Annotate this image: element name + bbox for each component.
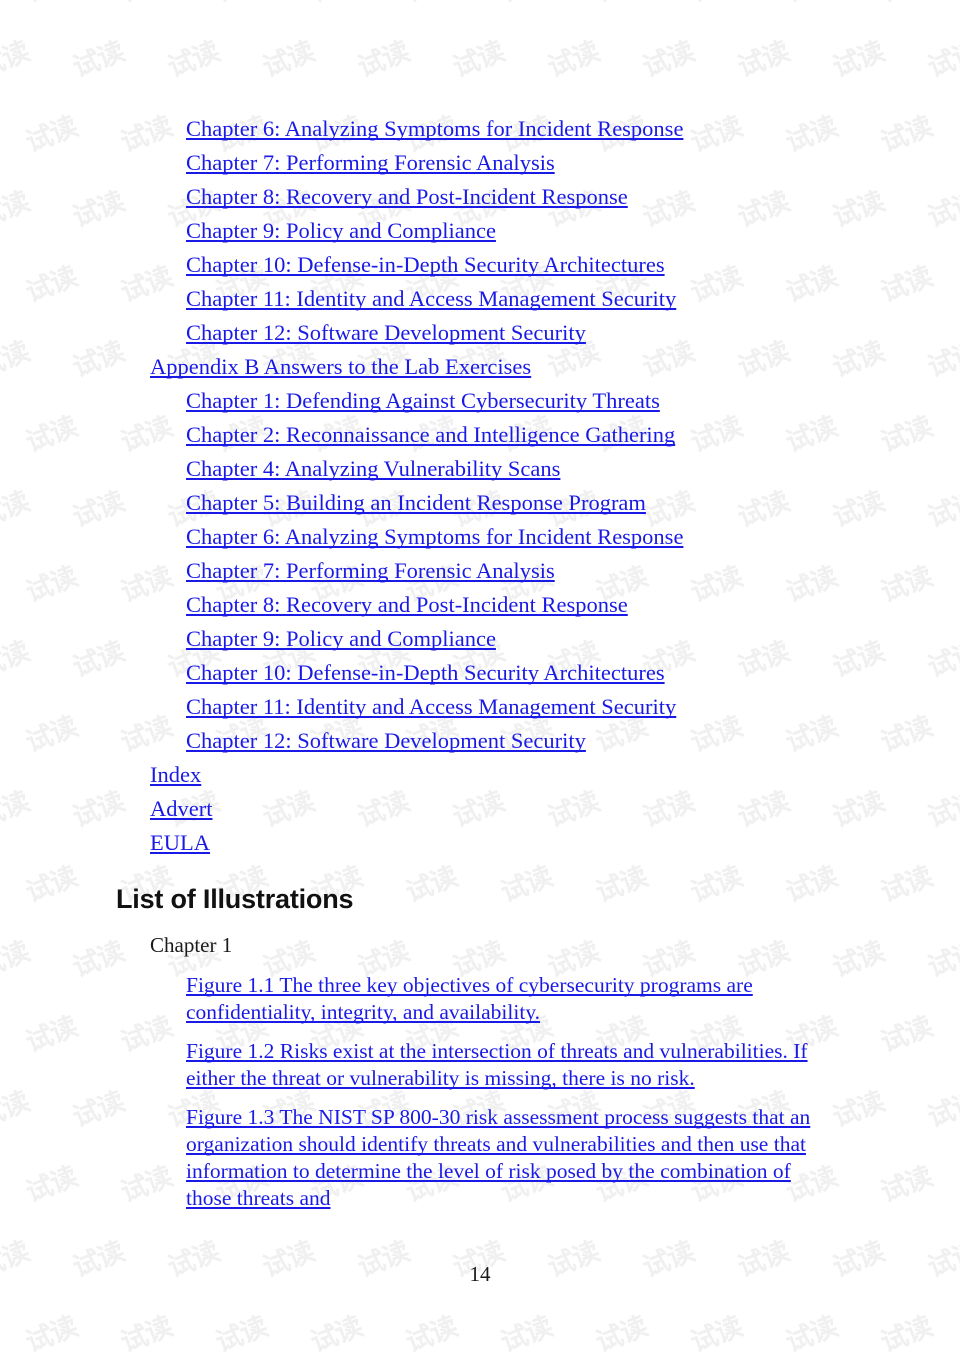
watermark-text: 试读 [876, 1161, 937, 1209]
watermark-text: 试读 [0, 1289, 27, 1357]
watermark-text: 试读 [19, 0, 122, 10]
watermark-text: 试读 [116, 1311, 177, 1357]
watermark-text: 试读 [21, 1311, 82, 1357]
watermark-text: 试读 [686, 1311, 747, 1357]
watermark-text: 试读 [401, 1311, 462, 1357]
watermark-text: 试读 [0, 1139, 27, 1209]
watermark-text: 试读 [21, 1011, 82, 1059]
watermark-text: 试读 [0, 989, 27, 1059]
toc-link[interactable]: Chapter 6: Analyzing Symptoms for Incide… [186, 520, 683, 554]
watermark-text: 试读 [68, 36, 129, 84]
watermark-text: 试读 [353, 36, 414, 84]
chapter-group-label: Chapter 1 [150, 933, 233, 957]
toc-link[interactable]: Chapter 6: Analyzing Symptoms for Incide… [186, 112, 683, 146]
toc-link[interactable]: Chapter 10: Defense-in-Depth Security Ar… [186, 248, 665, 282]
watermark-text: 试读 [306, 1311, 367, 1357]
watermark-text: 试读 [0, 36, 34, 84]
watermark-text: 试读 [876, 1311, 937, 1357]
watermark-text: 试读 [448, 36, 509, 84]
toc-link[interactable]: Chapter 2: Reconnaissance and Intelligen… [186, 418, 675, 452]
figure-caption-list: Figure 1.1 The three key objectives of c… [186, 972, 826, 1224]
toc-link[interactable]: Advert [150, 792, 212, 826]
toc-link[interactable]: Appendix B Answers to the Lab Exercises [150, 350, 531, 384]
watermark-text: 试读 [874, 0, 960, 10]
watermark-text: 试读 [733, 36, 794, 84]
toc-link[interactable]: Chapter 9: Policy and Compliance [186, 214, 496, 248]
watermark-text: 试读 [781, 1311, 842, 1357]
watermark-text: 试读 [163, 36, 224, 84]
watermark-text: 试读 [589, 0, 692, 10]
watermark-text: 试读 [923, 36, 960, 84]
toc-link[interactable]: Chapter 11: Identity and Access Manageme… [186, 690, 676, 724]
toc-link[interactable]: Chapter 8: Recovery and Post-Incident Re… [186, 588, 628, 622]
watermark-row: 试读试读试读试读试读试读试读试读试读试读试读试读试读试读 [0, 1305, 960, 1357]
watermark-text: 试读 [876, 1011, 937, 1059]
watermark-text: 试读 [0, 936, 34, 984]
toc-link[interactable]: Chapter 12: Software Development Securit… [186, 316, 586, 350]
watermark-text: 试读 [828, 1086, 889, 1134]
watermark-text: 试读 [828, 936, 889, 984]
watermark-text: 试读 [114, 0, 217, 10]
watermark-text: 试读 [258, 36, 319, 84]
figure-caption-link[interactable]: Figure 1.3 The NIST SP 800-30 risk asses… [186, 1104, 826, 1212]
watermark-text: 试读 [21, 1161, 82, 1209]
document-page: 试读 试读 试读 试读 试读 试读 试读 试读 试读 试读 试读 试读 试读 试读 试读 试读 试读 试读 试读 试读… [0, 0, 960, 1357]
watermark-text: 试读 [828, 36, 889, 84]
toc-link[interactable]: Chapter 8: Recovery and Post-Incident Re… [186, 180, 628, 214]
toc-link[interactable]: Chapter 4: Analyzing Vulnerability Scans [186, 452, 560, 486]
toc-link[interactable]: Chapter 9: Policy and Compliance [186, 622, 496, 656]
watermark-text: 试读 [211, 1311, 272, 1357]
watermark-text: 试读 [543, 36, 604, 84]
watermark-row: 试读试读试读试读试读试读试读试读试读试读试读试读试读试读 [0, 0, 960, 30]
toc-link[interactable]: Chapter 11: Identity and Access Manageme… [186, 282, 676, 316]
toc-link[interactable]: Chapter 7: Performing Forensic Analysis [186, 554, 555, 588]
figure-caption-link[interactable]: Figure 1.1 The three key objectives of c… [186, 972, 826, 1026]
watermark-text: 试读 [638, 36, 699, 84]
watermark-text: 试读 [591, 1311, 652, 1357]
watermark-text: 试读 [399, 0, 502, 10]
toc-link[interactable]: Index [150, 758, 201, 792]
watermark-text: 试读 [68, 1086, 129, 1134]
watermark-text: 试读 [684, 0, 787, 10]
toc-link[interactable]: Chapter 10: Defense-in-Depth Security Ar… [186, 656, 665, 690]
figure-caption-link[interactable]: Figure 1.2 Risks exist at the intersecti… [186, 1038, 826, 1092]
watermark-text: 试读 [923, 936, 960, 984]
watermark-text: 试读 [779, 0, 882, 10]
toc-link[interactable]: Chapter 5: Building an Incident Response… [186, 486, 646, 520]
toc-link[interactable]: Chapter 12: Software Development Securit… [186, 724, 586, 758]
table-of-contents-list: Chapter 6: Analyzing Symptoms for Incide… [0, 112, 960, 860]
toc-link[interactable]: Chapter 7: Performing Forensic Analysis [186, 146, 555, 180]
toc-link[interactable]: EULA [150, 826, 210, 860]
watermark-row: 试读试读试读试读试读试读试读试读试读试读试读试读试读试读 [0, 30, 960, 105]
watermark-text: 试读 [304, 0, 407, 10]
page-number: 14 [469, 1262, 491, 1286]
watermark-text: 试读 [0, 1086, 34, 1134]
watermark-text: 试读 [923, 1086, 960, 1134]
watermark-text: 试读 [494, 0, 597, 10]
watermark-text: 试读 [209, 0, 312, 10]
page-title: List of Illustrations [116, 884, 354, 914]
watermark-text: 试读 [496, 1311, 557, 1357]
toc-link[interactable]: Chapter 1: Defending Against Cybersecuri… [186, 384, 660, 418]
watermark-text: 试读 [0, 0, 27, 10]
